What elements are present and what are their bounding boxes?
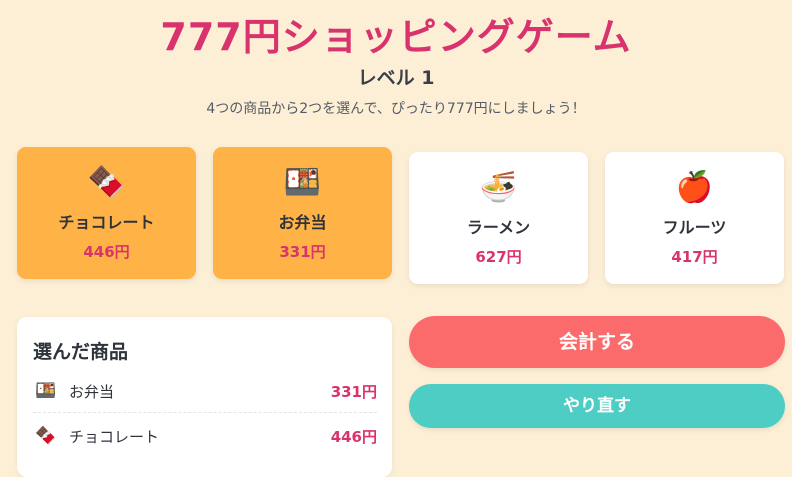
product-card-bento[interactable]: 🍱 お弁当 331円 — [213, 147, 392, 279]
product-card-ramen[interactable]: 🍜 ラーメン 627円 — [409, 152, 588, 284]
bento-icon: 🍱 — [283, 165, 322, 200]
level-label: レベル 1 — [357, 67, 435, 89]
item-price: 446円 — [330, 428, 377, 446]
item-name: チョコレート — [69, 428, 160, 446]
product-name: ラーメン — [466, 218, 531, 237]
list-item: 🍫 チョコレート 446円 — [33, 414, 377, 458]
product-price: 446円 — [83, 243, 130, 261]
chocolate-icon: 🍫 — [35, 426, 57, 446]
product-name: チョコレート — [58, 213, 155, 232]
ramen-icon: 🍜 — [479, 170, 518, 205]
item-price: 331円 — [330, 383, 377, 401]
list-item: 🍱 お弁当 331円 — [33, 369, 377, 413]
product-name: お弁当 — [278, 213, 327, 232]
bento-icon: 🍱 — [35, 381, 57, 401]
selected-items-panel: 選んだ商品 🍱 お弁当 331円 🍫 チョコレート 446円 — [17, 317, 392, 477]
checkout-button[interactable]: 会計する — [409, 316, 785, 368]
chocolate-icon: 🍫 — [87, 165, 126, 200]
page-title: 777円ショッピングゲーム — [160, 15, 632, 59]
apple-icon: 🍎 — [675, 170, 714, 205]
item-name: お弁当 — [69, 383, 115, 401]
product-price: 331円 — [279, 243, 326, 261]
reset-button[interactable]: やり直す — [409, 384, 785, 428]
product-price: 417円 — [671, 248, 718, 266]
product-price: 627円 — [475, 248, 522, 266]
product-card-fruits[interactable]: 🍎 フルーツ 417円 — [605, 152, 784, 284]
instruction-text: 4つの商品から2つを選んで、ぴったり777円にしましょう！ — [206, 101, 586, 117]
product-name: フルーツ — [662, 218, 727, 237]
panel-title: 選んだ商品 — [33, 341, 129, 363]
product-card-chocolate[interactable]: 🍫 チョコレート 446円 — [17, 147, 196, 279]
